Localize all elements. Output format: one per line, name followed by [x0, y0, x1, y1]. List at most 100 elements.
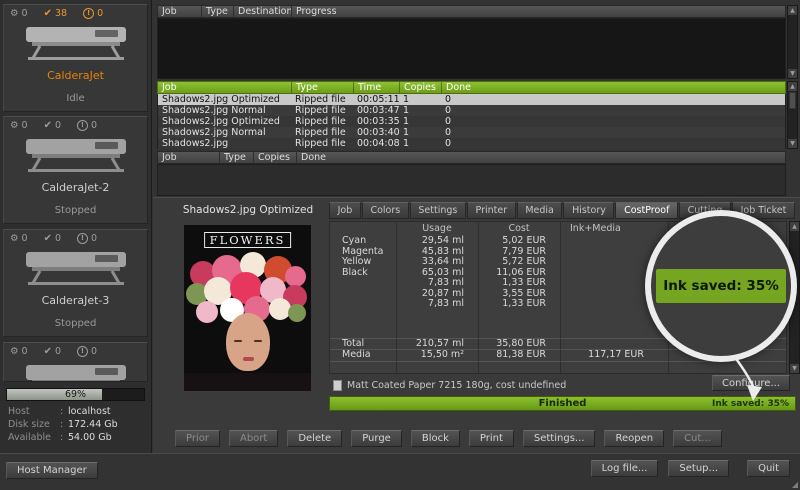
check-icon: ✔	[44, 233, 52, 244]
printer-badges: ⚙ 0 ✔ 0 ! 0	[4, 230, 147, 245]
printer-badges: ⚙ 0 ✔ 0 ! 0	[4, 117, 147, 132]
scroll-up-icon[interactable]: ▲	[788, 6, 797, 15]
media-sheet-icon	[333, 380, 342, 391]
delete-button[interactable]: Delete	[287, 430, 342, 447]
callout-arrow-icon	[720, 352, 792, 406]
tab-printer[interactable]: Printer	[467, 202, 516, 219]
warning-icon: !	[83, 8, 94, 19]
settings-button[interactable]: Settings...	[523, 430, 596, 447]
done-jobs-badge: ✔ 0	[44, 120, 61, 131]
job-row[interactable]: Shadows2.jpg Normal Ripped file 00:03:47…	[158, 105, 785, 116]
quit-button[interactable]: Quit	[747, 460, 790, 477]
column-done: Done	[441, 82, 785, 93]
printer-icon	[18, 24, 134, 66]
printing-queue-body[interactable]	[157, 164, 786, 196]
column-copies: Copies	[399, 82, 441, 93]
warning-icon: !	[77, 233, 88, 244]
done-jobs-badge: ✔ 0	[44, 346, 61, 357]
available-value: 54.00 Gb	[68, 431, 118, 444]
scroll-down-icon[interactable]: ▼	[788, 139, 797, 148]
column-destination: Destination	[233, 6, 291, 17]
tab-costproof[interactable]: CostProof	[615, 202, 678, 219]
error-jobs-badge: ! 0	[77, 120, 97, 131]
printer-name: CalderaJet-2	[42, 181, 110, 194]
spooler-scrollbar[interactable]: ▲ ▼	[787, 5, 798, 79]
printer-panel-calderajet-3[interactable]: ⚙ 0 ✔ 0 ! 0	[3, 229, 148, 337]
error-jobs-badge: ! 0	[77, 233, 97, 244]
column-type: Type	[201, 6, 233, 17]
cut-button[interactable]: Cut...	[673, 430, 722, 447]
job-action-buttons: Prior Abort Delete Purge Block Print Set…	[175, 430, 722, 447]
prior-button[interactable]: Prior	[175, 430, 220, 447]
column-job: Job	[158, 6, 201, 17]
queued-count: 0	[22, 8, 28, 19]
tab-settings[interactable]: Settings	[410, 202, 466, 219]
printer-panel-calderajet-2[interactable]: ⚙ 0 ✔ 0 ! 0	[3, 116, 148, 224]
printing-queue-header: Job Type Copies Done	[157, 151, 786, 164]
abort-button[interactable]: Abort	[229, 430, 278, 447]
window-resize-icon[interactable]: ◢	[792, 481, 798, 489]
spooler-queue-header: Job Type Destination Progress	[157, 5, 786, 18]
column-job: Job	[158, 152, 219, 163]
done-count: 38	[55, 8, 67, 19]
log-file-button[interactable]: Log file...	[591, 460, 659, 477]
disk-size-row: Disk size : 172.44 Gb	[8, 418, 118, 431]
column-time: Time	[353, 82, 399, 93]
column-progress: Progress	[291, 6, 785, 17]
disk-size-label: Disk size	[8, 418, 60, 431]
printer-panel-calderajet[interactable]: ⚙ 0 ✔ 38 ! 0	[3, 4, 148, 112]
host-row: Host : localhost	[8, 405, 118, 418]
setup-button[interactable]: Setup...	[668, 460, 729, 477]
job-row[interactable]: Shadows2.jpg Ripped file 00:04:08 1 0	[158, 138, 785, 149]
printer-badges: ⚙ 0 ✔ 38 ! 0	[4, 5, 147, 20]
printer-name: CalderaJet-3	[42, 294, 110, 307]
scroll-down-icon[interactable]: ▼	[788, 69, 797, 78]
media-note: Matt Coated Paper 7215 180g, cost undefi…	[333, 380, 566, 391]
check-icon: ✔	[44, 8, 52, 19]
selected-job-title: Shadows2.jpg Optimized	[179, 204, 317, 216]
tab-media[interactable]: Media	[517, 202, 563, 219]
progress-label: 69%	[7, 389, 144, 400]
gear-icon: ⚙	[10, 120, 19, 131]
footer-buttons: Log file... Setup... Quit	[591, 460, 790, 477]
printer-panel-4[interactable]: ⚙ 0 ✔ 0 ! 0	[3, 342, 148, 382]
done-jobs-badge: ✔ 0	[44, 233, 61, 244]
ripped-queue-body: Shadows2.jpg Optimized Ripped file 00:05…	[157, 94, 786, 149]
ripped-queue-header: Job Type Time Copies Done	[157, 81, 786, 94]
block-button[interactable]: Block	[411, 430, 460, 447]
warning-icon: !	[77, 346, 88, 357]
scroll-up-icon[interactable]: ▲	[788, 82, 797, 91]
tab-colors[interactable]: Colors	[362, 202, 409, 219]
host-label: Host	[8, 405, 60, 418]
printer-status: Idle	[66, 93, 84, 104]
host-manager-button[interactable]: Host Manager	[6, 462, 98, 479]
ink-saved-callout-text: Ink saved: 35%	[656, 269, 786, 303]
job-row[interactable]: Shadows2.jpg Optimized Ripped file 00:05…	[158, 94, 785, 105]
reopen-button[interactable]: Reopen	[604, 430, 664, 447]
check-icon: ✔	[44, 120, 52, 131]
printer-badges: ⚙ 0 ✔ 0 ! 0	[4, 343, 147, 358]
disk-size-value: 172.44 Gb	[68, 418, 118, 431]
job-row[interactable]: Shadows2.jpg Optimized Ripped file 00:03…	[158, 116, 785, 127]
poster-title-text: FLOWERS	[204, 232, 292, 248]
media-note-text: Matt Coated Paper 7215 180g, cost undefi…	[347, 380, 566, 391]
disk-usage-progressbar: 69%	[6, 388, 145, 401]
host-value: localhost	[68, 405, 118, 418]
gear-icon: ⚙	[10, 8, 19, 19]
purge-button[interactable]: Purge	[351, 430, 402, 447]
column-done: Done	[296, 152, 785, 163]
ripped-scrollbar[interactable]: ▲ ▼	[787, 81, 798, 149]
ink-saved-callout: Ink saved: 35%	[645, 210, 797, 362]
tab-history[interactable]: History	[563, 202, 614, 219]
scrollbar-thumb[interactable]	[789, 92, 796, 109]
printer-status: Stopped	[55, 318, 97, 329]
printer-icon	[18, 362, 134, 382]
tab-job[interactable]: Job	[329, 202, 361, 219]
spooler-queue-body[interactable]	[157, 18, 786, 79]
scroll-up-icon[interactable]: ▲	[790, 222, 799, 231]
queued-jobs-badge: ⚙ 0	[10, 120, 28, 131]
print-button[interactable]: Print	[469, 430, 514, 447]
job-row[interactable]: Shadows2.jpg Normal Ripped file 00:03:40…	[158, 127, 785, 138]
error-jobs-badge: ! 0	[83, 8, 103, 19]
job-thumbnail: FLOWERS	[184, 225, 311, 391]
